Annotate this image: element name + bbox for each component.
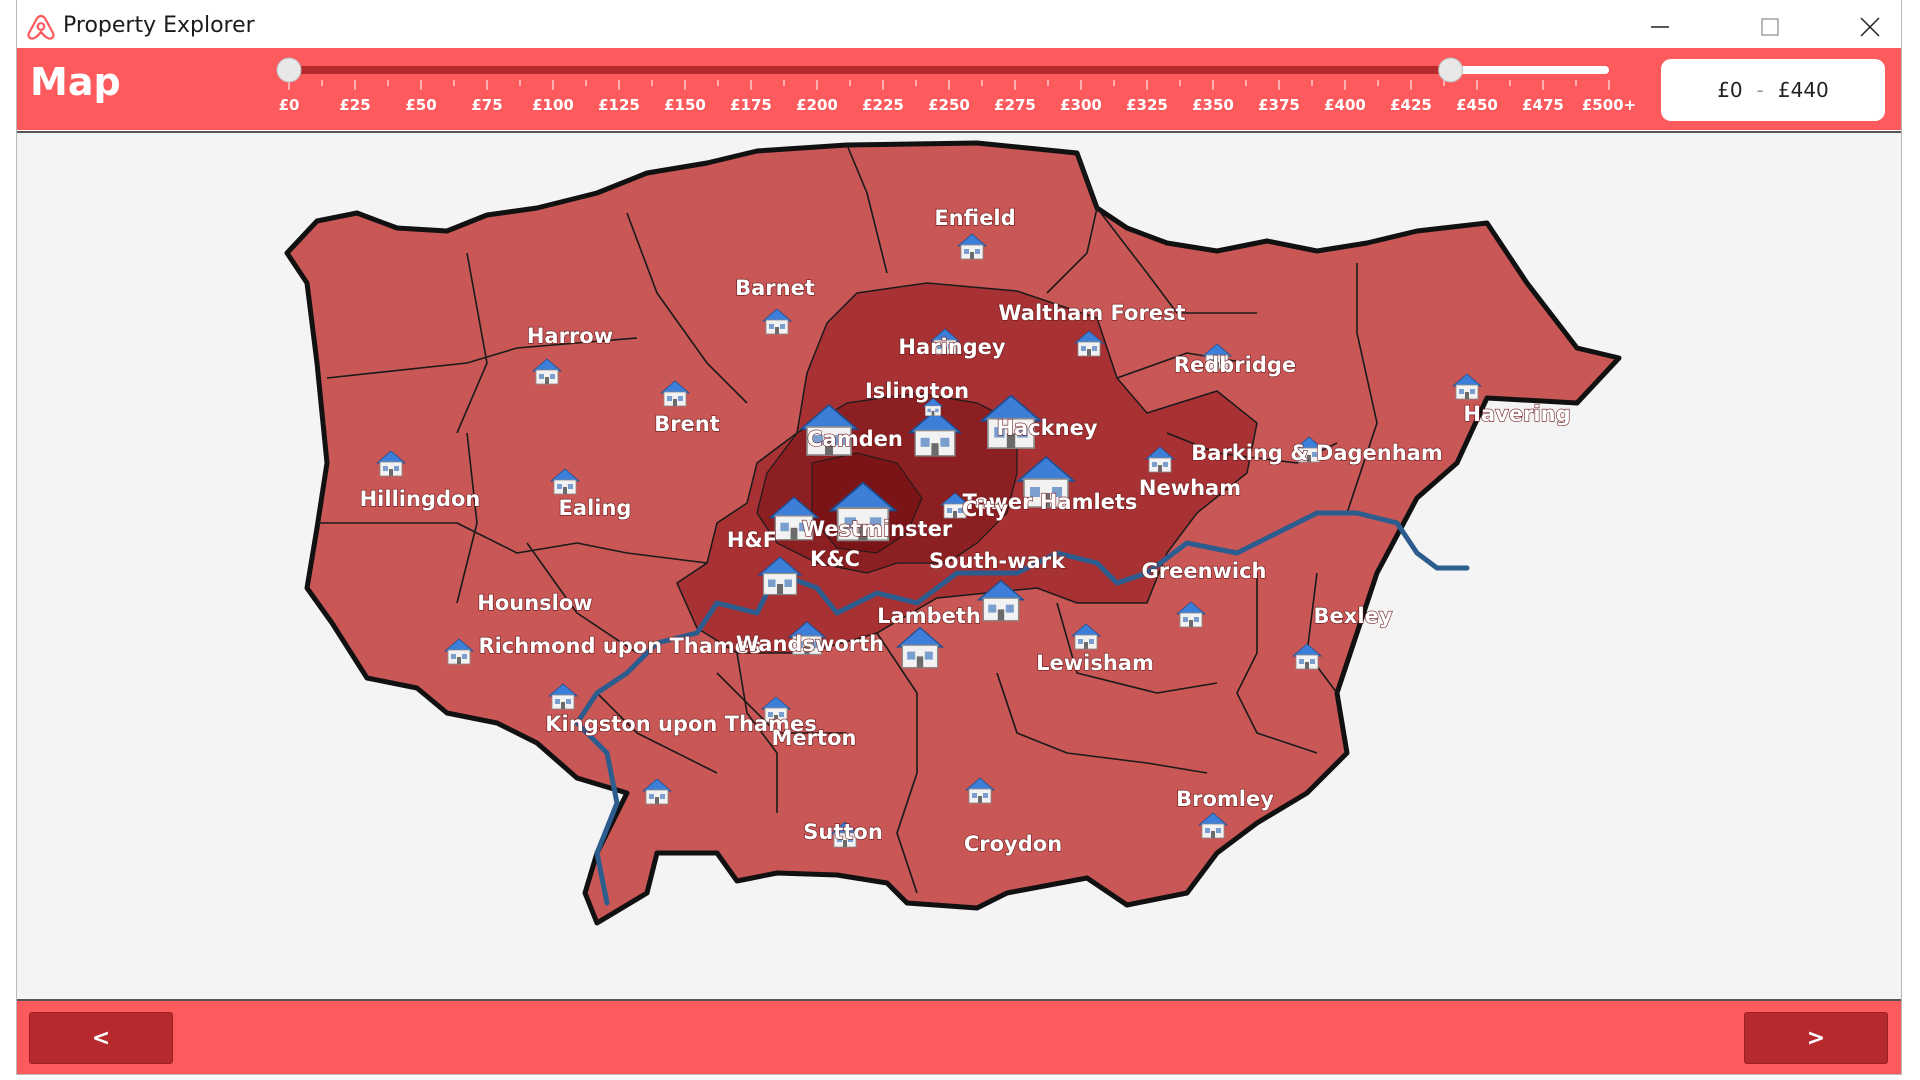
label-croydon: Croydon	[964, 832, 1062, 856]
label-greenwich: Greenwich	[1141, 559, 1266, 583]
slider-tick-label: £475	[1522, 96, 1564, 114]
label-richmond: Richmond upon Thames	[478, 634, 761, 658]
slider-tick-label: £450	[1456, 96, 1498, 114]
label-bexley: Bexley	[1314, 604, 1393, 628]
london-borough-map: Enfield Barnet Harrow Haringey Waltham F…	[284, 140, 1622, 926]
label-hounslow: Hounslow	[477, 591, 592, 615]
label-barnet: Barnet	[735, 276, 815, 300]
slider-tick-label: £225	[862, 96, 904, 114]
slider-tick-label: £300	[1060, 96, 1102, 114]
slider-min-handle[interactable]	[276, 57, 302, 83]
label-lewisham: Lewisham	[1036, 651, 1154, 675]
slider-tick-label: £400	[1324, 96, 1366, 114]
slider-tick-label: £150	[664, 96, 706, 114]
slider-ticks	[288, 80, 1610, 90]
slider-tick-label: £25	[339, 96, 370, 114]
slider-tick-label: £125	[598, 96, 640, 114]
label-enfield: Enfield	[934, 206, 1015, 230]
label-camden: Camden	[807, 427, 903, 451]
close-button[interactable]	[1847, 8, 1893, 46]
label-westminster: Westminster	[802, 517, 953, 541]
label-city: City	[962, 497, 1009, 521]
label-wandsworth: Wandsworth	[736, 632, 884, 656]
label-waltham-forest: Waltham Forest	[998, 301, 1185, 325]
next-button[interactable]: >	[1744, 1012, 1888, 1064]
label-hillingdon: Hillingdon	[360, 487, 481, 511]
page-title: Map	[30, 60, 121, 104]
application-window: Property Explorer Map £0 £25 £50 £75 £100 £12…	[16, 0, 1902, 1075]
minimize-button[interactable]	[1637, 8, 1683, 46]
label-haringey: Haringey	[898, 335, 1006, 359]
map-panel: Enfield Barnet Harrow Haringey Waltham F…	[17, 131, 1901, 1001]
previous-button[interactable]: <	[29, 1012, 173, 1064]
close-icon	[1860, 17, 1880, 37]
label-newham: Newham	[1139, 476, 1241, 500]
slider-tick-label: £375	[1258, 96, 1300, 114]
slider-selected-range	[289, 66, 1451, 74]
label-ealing: Ealing	[559, 496, 632, 520]
label-bromley: Bromley	[1176, 787, 1274, 811]
airbnb-logo-icon	[27, 14, 55, 40]
label-islington: Islington	[865, 379, 969, 403]
slider-tick-label: £425	[1390, 96, 1432, 114]
label-brent: Brent	[654, 412, 720, 436]
label-harrow: Harrow	[527, 324, 613, 348]
footer-bar: < >	[17, 1001, 1901, 1074]
slider-tick-label: £350	[1192, 96, 1234, 114]
slider-tick-label: £75	[471, 96, 502, 114]
price-min: £0	[1717, 78, 1743, 102]
label-lambeth: Lambeth	[877, 604, 981, 628]
header-bar: Map £0 £25 £50 £75 £100 £125 £150 £175 £200 £225 £…	[17, 48, 1901, 130]
price-range-display: £0 - £440	[1661, 59, 1885, 121]
slider-tick-label: £500+	[1582, 96, 1636, 114]
slider-tick-label: £200	[796, 96, 838, 114]
slider-tick-label: £250	[928, 96, 970, 114]
slider-tick-label: £275	[994, 96, 1036, 114]
label-merton: Merton	[772, 726, 857, 750]
label-kc: K&C	[810, 547, 860, 571]
maximize-icon	[1761, 18, 1779, 36]
price-range-slider[interactable]: £0 £25 £50 £75 £100 £125 £150 £175 £200 £225 £250 £…	[267, 48, 1647, 130]
price-max: £440	[1777, 78, 1829, 102]
label-havering: Havering	[1463, 402, 1570, 426]
maximize-button[interactable]	[1747, 8, 1793, 46]
slider-tick-label: £50	[405, 96, 436, 114]
label-southwark: South-wark	[929, 549, 1066, 573]
label-barking-dagenham: Barking & Dagenham	[1191, 441, 1442, 465]
title-bar: Property Explorer	[17, 0, 1901, 48]
slider-tick-label: £175	[730, 96, 772, 114]
window-title: Property Explorer	[63, 13, 255, 38]
slider-tick-labels: £0 £25 £50 £75 £100 £125 £150 £175 £200 £225 £250 £…	[279, 96, 1637, 114]
label-hackney: Hackney	[996, 416, 1097, 440]
label-hf: H&F	[727, 528, 777, 552]
slider-max-handle[interactable]	[1438, 57, 1464, 83]
label-redbridge: Redbridge	[1174, 353, 1296, 377]
slider-tick-label: £100	[532, 96, 574, 114]
price-separator: -	[1756, 78, 1764, 102]
label-sutton: Sutton	[803, 820, 883, 844]
minimize-icon	[1651, 26, 1669, 28]
slider-tick-label: £0	[279, 96, 300, 114]
slider-tick-label: £325	[1126, 96, 1168, 114]
